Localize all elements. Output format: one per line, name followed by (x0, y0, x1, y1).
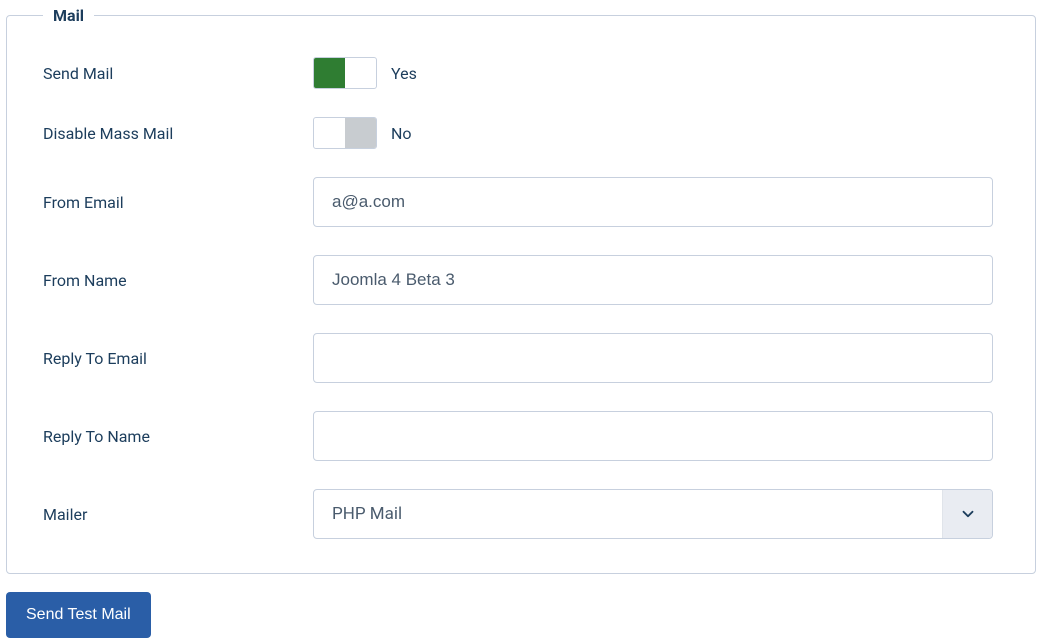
label-mailer: Mailer (43, 505, 313, 524)
toggle-knob (345, 118, 376, 148)
label-from-name: From Name (43, 271, 313, 290)
chevron-down-icon (942, 490, 992, 538)
row-from-name: From Name (43, 255, 999, 305)
toggle-disable-mass-mail[interactable] (313, 117, 377, 149)
mail-fieldset: Mail Send Mail Yes Disable Mass Mail No … (6, 6, 1036, 574)
label-disable-mass-mail: Disable Mass Mail (43, 124, 313, 143)
label-from-email: From Email (43, 193, 313, 212)
row-reply-to-email: Reply To Email (43, 333, 999, 383)
send-test-mail-button[interactable]: Send Test Mail (6, 592, 151, 638)
row-mailer: Mailer PHP Mail (43, 489, 999, 539)
from-name-input[interactable] (313, 255, 993, 305)
row-reply-to-name: Reply To Name (43, 411, 999, 461)
reply-to-name-input[interactable] (313, 411, 993, 461)
label-send-mail: Send Mail (43, 64, 313, 83)
toggle-disable-mass-mail-text: No (391, 124, 412, 143)
mail-legend: Mail (43, 6, 94, 25)
toggle-spacer (314, 118, 345, 148)
row-disable-mass-mail: Disable Mass Mail No (43, 117, 999, 149)
row-send-mail: Send Mail Yes (43, 57, 999, 89)
mailer-select-value: PHP Mail (314, 490, 942, 538)
label-reply-to-email: Reply To Email (43, 349, 313, 368)
toggle-send-mail-text: Yes (391, 64, 417, 83)
from-email-input[interactable] (313, 177, 993, 227)
mailer-select[interactable]: PHP Mail (313, 489, 993, 539)
row-from-email: From Email (43, 177, 999, 227)
toggle-send-mail[interactable] (313, 57, 377, 89)
label-reply-to-name: Reply To Name (43, 427, 313, 446)
reply-to-email-input[interactable] (313, 333, 993, 383)
toggle-knob (314, 58, 345, 88)
